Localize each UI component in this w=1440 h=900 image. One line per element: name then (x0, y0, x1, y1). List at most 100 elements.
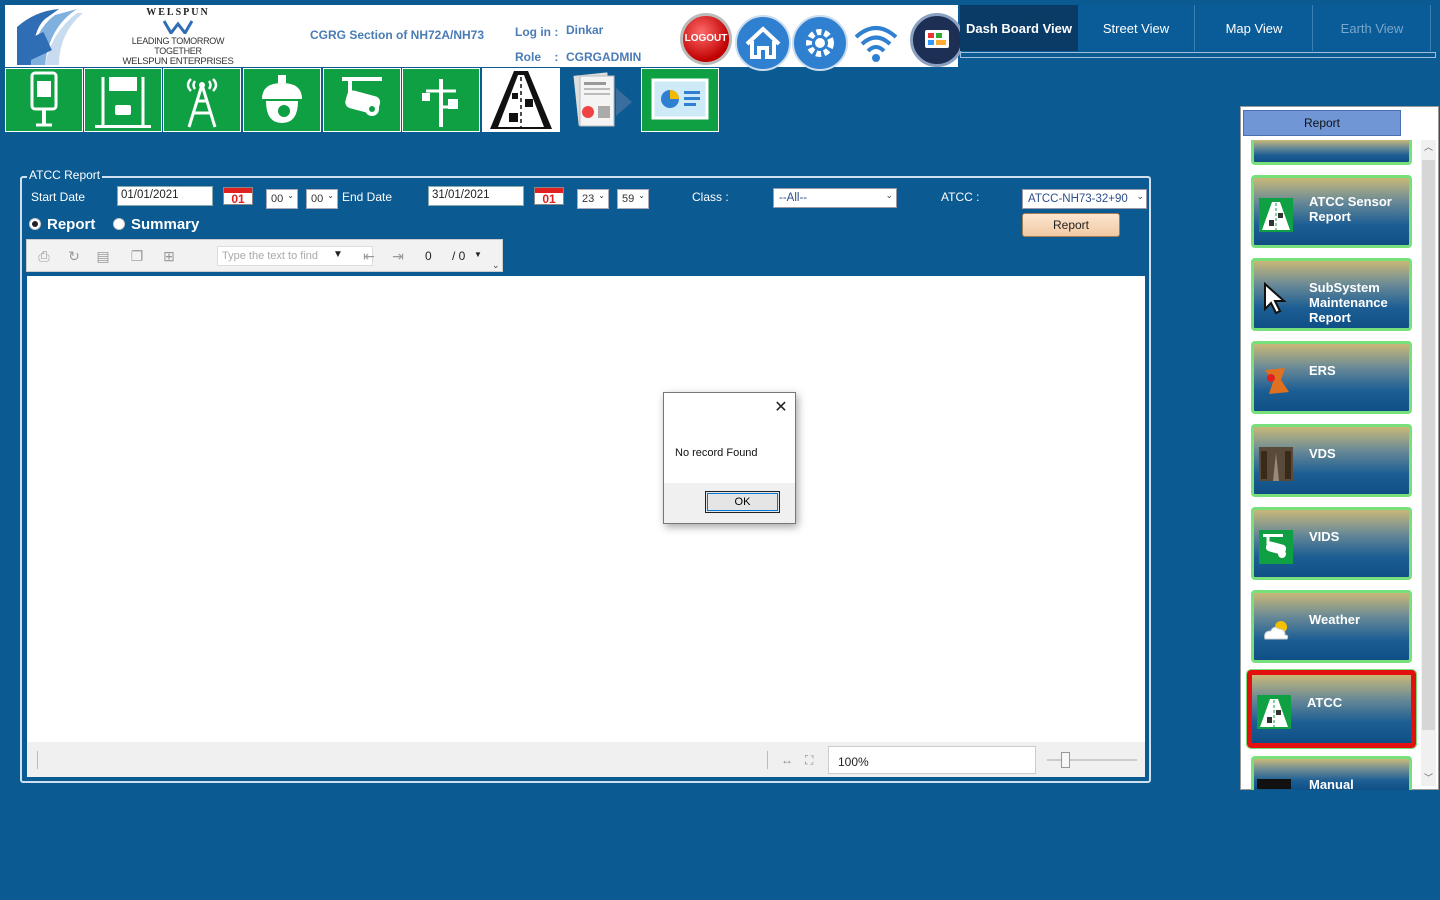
road-traffic-icon (1257, 695, 1291, 729)
close-icon[interactable]: ✕ (772, 399, 790, 417)
toolbar-dashboard-display[interactable] (641, 68, 719, 132)
fit-page-icon[interactable]: ⛶ (805, 753, 813, 768)
side-item-vds[interactable]: VDS (1251, 424, 1412, 497)
road-traffic-icon (490, 71, 552, 129)
section-title: CGRG Section of NH72A/NH73 (310, 28, 485, 42)
end-date-label: End Date (342, 190, 393, 204)
side-item-label: VDS (1309, 446, 1336, 461)
side-item-label: Manual (1309, 777, 1354, 790)
side-item-label: Weather (1309, 612, 1361, 627)
start-date-field[interactable]: 01/01/2021 (117, 186, 213, 206)
role-label: Role : (515, 50, 559, 64)
toolbar-reports[interactable] (562, 68, 640, 132)
end-date-calendar-button[interactable]: 01 (534, 187, 564, 205)
tab-earth-view[interactable]: Earth View (1314, 5, 1431, 51)
chevron-down-icon: ⌄ (327, 191, 334, 200)
class-select[interactable]: --All-- ⌄ (773, 188, 897, 208)
logout-button[interactable]: LOGOUT (680, 13, 732, 65)
call-box-icon (30, 71, 58, 127)
start-hour-value: 00 (271, 193, 284, 205)
find-dropdown-icon[interactable]: ▼ (333, 249, 343, 260)
side-item-manual[interactable]: Manual (1251, 756, 1412, 790)
find-text-input[interactable]: Type the text to find (217, 246, 373, 266)
next-page-icon[interactable]: ⇥ (389, 248, 407, 264)
login-value: Dinkar (566, 23, 604, 37)
chevron-down-icon: ⌄ (638, 191, 645, 200)
brand-tagline: LEADING TOMORROW TOGETHER (131, 36, 225, 56)
generate-report-button[interactable]: Report (1022, 213, 1120, 237)
logout-label: LOGOUT (684, 33, 728, 44)
export-icon[interactable]: ▤ (94, 248, 112, 264)
cursor-pointer-icon (1264, 281, 1287, 315)
end-date-field[interactable]: 31/01/2021 (428, 186, 524, 206)
tab-underline (960, 52, 1436, 58)
road-traffic-icon (1259, 198, 1293, 232)
toolbar-emergency-call-box[interactable] (5, 68, 83, 132)
side-item-vids[interactable]: VIDS (1251, 507, 1412, 580)
tab-map-view[interactable]: Map View (1196, 5, 1313, 51)
tab-dashboard-view[interactable]: Dash Board View (960, 5, 1079, 51)
chevron-down-icon: ⌄ (1136, 191, 1144, 202)
side-item-ers[interactable]: ERS (1251, 341, 1412, 414)
tab-street-view[interactable]: Street View (1078, 5, 1195, 51)
class-label: Class : (692, 190, 729, 204)
previous-page-icon[interactable]: ⇤ (360, 248, 378, 264)
toolbar-overflow-icon[interactable]: ⌄ (492, 260, 500, 271)
start-minute-select[interactable]: 00 ⌄ (306, 189, 338, 209)
home-button[interactable] (735, 15, 791, 71)
weather-sun-cloud-icon (1264, 621, 1289, 640)
report-radio[interactable] (29, 218, 41, 230)
atcc-label: ATCC : (941, 190, 980, 204)
cctv-camera-icon (342, 77, 382, 116)
start-date-label: Start Date (31, 190, 86, 204)
refresh-icon[interactable]: ↻ (65, 248, 83, 264)
scroll-down-icon[interactable]: ﹀ (1421, 771, 1436, 784)
toolbar-ptz-camera[interactable] (243, 68, 321, 132)
end-calendar-day: 01 (542, 192, 556, 206)
side-item-label: VIDS (1309, 529, 1340, 544)
end-hour-value: 23 (582, 193, 595, 205)
toolbar-vids-camera[interactable] (323, 68, 401, 132)
welspun-brand: WELSPUN LEADING TOMORROW TOGETHER WELSPU… (113, 7, 243, 78)
start-calendar-day: 01 (231, 192, 245, 206)
brand-name: WELSPUN (146, 7, 210, 18)
start-date-calendar-button[interactable]: 01 (223, 187, 253, 205)
ers-icon (1265, 368, 1289, 394)
copy-icon[interactable]: ❐ (128, 248, 146, 264)
nhai-logo (15, 7, 85, 67)
start-hour-select[interactable]: 00 ⌄ (266, 189, 298, 209)
side-item-label: ATCC (1307, 695, 1343, 710)
scroll-up-icon[interactable]: ︿ (1421, 140, 1436, 154)
welspun-logo-icon (163, 20, 193, 34)
fit-width-icon[interactable]: ↔ (781, 753, 793, 767)
toolbar-vms[interactable] (84, 68, 162, 132)
current-page-value[interactable]: 0 (425, 249, 432, 263)
header-bar: WELSPUN LEADING TOMORROW TOGETHER WELSPU… (5, 5, 964, 78)
side-item-subsystem-maintenance-report[interactable]: SubSystem Maintenance Report (1251, 258, 1412, 331)
side-item-atcc[interactable]: ATCC (1246, 669, 1417, 749)
side-item-atcc-sensor-report[interactable]: ATCC Sensor Report (1251, 175, 1412, 248)
side-item-weather[interactable]: Weather (1251, 590, 1412, 663)
print-icon[interactable]: ⎙ (35, 248, 53, 264)
side-item-partial-top[interactable] (1251, 140, 1412, 165)
toolbar-atcc-road[interactable] (482, 68, 560, 132)
summary-radio[interactable] (113, 218, 125, 230)
vds-camera-view-icon (1259, 447, 1293, 481)
side-panel-scroll-thumb[interactable] (1422, 160, 1435, 730)
vms-gantry-icon (95, 77, 151, 128)
side-item-label: ATCC Sensor Report (1309, 194, 1392, 224)
toolbar-ecb-tower[interactable] (163, 68, 241, 132)
group-tree-icon[interactable]: ⊞ (160, 248, 178, 264)
toolbar-weather-station[interactable] (402, 68, 480, 132)
dashboard-app-button[interactable] (910, 13, 964, 67)
dashboard-app-icon (925, 30, 949, 48)
zoom-slider-thumb[interactable] (1061, 752, 1070, 768)
atcc-select[interactable]: ATCC-NH73-32+90 ⌄ (1022, 189, 1147, 209)
wifi-button[interactable] (850, 15, 902, 67)
end-minute-select[interactable]: 59 ⌄ (617, 189, 649, 209)
dialog-ok-button[interactable]: OK (705, 491, 780, 513)
pages-dropdown-icon[interactable]: ▼ (474, 250, 482, 259)
zoom-level-field[interactable]: 100% (828, 746, 1036, 774)
settings-button[interactable] (792, 15, 848, 71)
end-hour-select[interactable]: 23 ⌄ (577, 189, 609, 209)
